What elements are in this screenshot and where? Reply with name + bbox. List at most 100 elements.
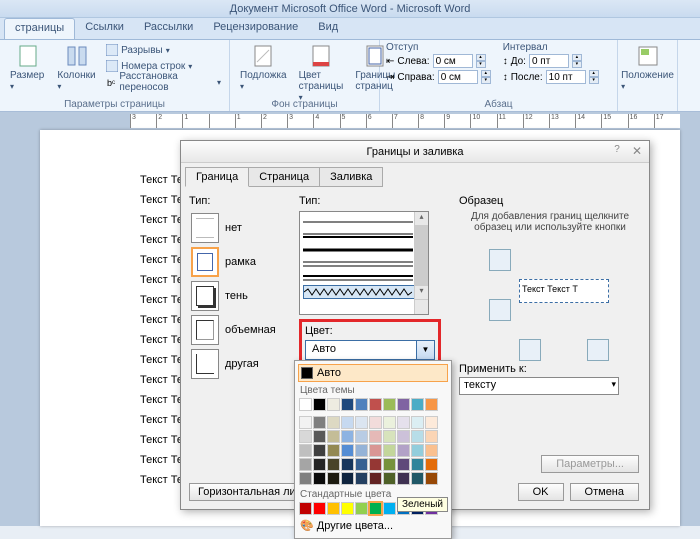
color-swatch[interactable]: [341, 458, 354, 471]
tab-page-border[interactable]: Страница: [248, 167, 320, 187]
params-button[interactable]: Параметры...: [541, 455, 639, 473]
spinner[interactable]: ▴▾: [589, 70, 599, 84]
color-swatch[interactable]: [341, 502, 354, 515]
tab-review[interactable]: Рецензирование: [203, 18, 308, 39]
preview-sample[interactable]: Текст Текст Т: [519, 279, 609, 303]
ok-button[interactable]: OK: [518, 483, 564, 501]
color-swatch[interactable]: [327, 416, 340, 429]
color-swatch[interactable]: [383, 444, 396, 457]
color-swatch[interactable]: [313, 444, 326, 457]
color-swatch[interactable]: [369, 444, 382, 457]
line-style-list[interactable]: ▴▾: [299, 211, 429, 315]
color-swatch[interactable]: [313, 472, 326, 485]
color-swatch[interactable]: [397, 444, 410, 457]
color-swatch[interactable]: [299, 472, 312, 485]
color-swatch[interactable]: [383, 502, 396, 515]
position-button[interactable]: Положение: [624, 42, 671, 94]
color-swatch[interactable]: [397, 458, 410, 471]
color-swatch[interactable]: [355, 398, 368, 411]
color-swatch[interactable]: [383, 472, 396, 485]
color-dropdown-button[interactable]: ▼: [416, 341, 434, 359]
color-swatch[interactable]: [327, 458, 340, 471]
color-auto[interactable]: Авто: [298, 364, 448, 382]
preview-top-button[interactable]: [489, 249, 511, 271]
color-swatch[interactable]: [327, 398, 340, 411]
color-swatch[interactable]: [313, 416, 326, 429]
option-3d[interactable]: объемная: [189, 313, 289, 347]
color-swatch[interactable]: [411, 398, 424, 411]
color-swatch[interactable]: [369, 430, 382, 443]
spinner[interactable]: ▴▾: [476, 54, 486, 68]
color-swatch[interactable]: [313, 458, 326, 471]
indent-right-input[interactable]: [438, 70, 478, 84]
spinner[interactable]: ▴▾: [572, 54, 582, 68]
color-swatch[interactable]: [425, 430, 438, 443]
color-combo[interactable]: Авто ▼: [305, 340, 435, 360]
preview-bottom-button[interactable]: [489, 299, 511, 321]
preview-left-button[interactable]: [519, 339, 541, 361]
color-swatch[interactable]: [425, 444, 438, 457]
cancel-button[interactable]: Отмена: [570, 483, 639, 501]
color-swatch[interactable]: [425, 458, 438, 471]
color-swatch[interactable]: [411, 444, 424, 457]
color-swatch[interactable]: [397, 430, 410, 443]
option-none[interactable]: нет: [189, 211, 289, 245]
color-swatch[interactable]: [299, 444, 312, 457]
color-swatch[interactable]: [411, 472, 424, 485]
color-swatch[interactable]: [327, 502, 340, 515]
apply-to-combo[interactable]: тексту: [459, 377, 619, 395]
color-swatch[interactable]: [299, 430, 312, 443]
option-shadow[interactable]: тень: [189, 279, 289, 313]
color-swatch[interactable]: [341, 472, 354, 485]
color-swatch[interactable]: [341, 430, 354, 443]
color-swatch[interactable]: [299, 502, 312, 515]
space-before-input[interactable]: [529, 54, 569, 68]
space-after-input[interactable]: [546, 70, 586, 84]
color-swatch[interactable]: [369, 398, 382, 411]
color-swatch[interactable]: [299, 398, 312, 411]
horizontal-ruler[interactable]: 3211234567891011121314151617: [130, 114, 680, 128]
color-swatch[interactable]: [313, 430, 326, 443]
color-swatch[interactable]: [411, 458, 424, 471]
color-swatch[interactable]: [425, 398, 438, 411]
color-swatch[interactable]: [355, 458, 368, 471]
color-swatch[interactable]: [397, 398, 410, 411]
color-swatch[interactable]: [341, 416, 354, 429]
breaks-button[interactable]: Разрывы: [104, 42, 223, 58]
color-swatch[interactable]: [383, 430, 396, 443]
color-swatch[interactable]: [341, 444, 354, 457]
tab-shading[interactable]: Заливка: [319, 167, 383, 187]
color-swatch[interactable]: [397, 472, 410, 485]
color-swatch[interactable]: [411, 416, 424, 429]
tab-border[interactable]: Граница: [185, 167, 249, 187]
color-swatch[interactable]: [327, 444, 340, 457]
color-swatch[interactable]: [299, 458, 312, 471]
color-swatch[interactable]: [313, 502, 326, 515]
watermark-button[interactable]: Подложка: [236, 42, 291, 94]
color-swatch[interactable]: [369, 472, 382, 485]
tab-references[interactable]: Ссылки: [75, 18, 134, 39]
color-swatch[interactable]: [425, 472, 438, 485]
color-swatch[interactable]: [355, 416, 368, 429]
color-swatch[interactable]: [369, 416, 382, 429]
color-swatch[interactable]: [299, 416, 312, 429]
color-swatch[interactable]: [327, 430, 340, 443]
help-button[interactable]: ?: [609, 144, 625, 160]
indent-left-input[interactable]: [433, 54, 473, 68]
color-swatch[interactable]: [383, 416, 396, 429]
columns-button[interactable]: Колонки: [53, 42, 100, 94]
color-swatch[interactable]: [383, 458, 396, 471]
color-swatch[interactable]: [425, 416, 438, 429]
style-scrollbar[interactable]: ▴▾: [414, 212, 428, 314]
color-swatch[interactable]: [383, 398, 396, 411]
color-swatch[interactable]: [313, 398, 326, 411]
close-button[interactable]: ✕: [629, 144, 645, 160]
color-swatch[interactable]: [397, 416, 410, 429]
color-swatch[interactable]: [369, 502, 382, 515]
tab-view[interactable]: Вид: [308, 18, 348, 39]
color-swatch[interactable]: [355, 472, 368, 485]
preview-right-button[interactable]: [587, 339, 609, 361]
color-swatch[interactable]: [369, 458, 382, 471]
color-swatch[interactable]: [355, 444, 368, 457]
color-swatch[interactable]: [355, 430, 368, 443]
